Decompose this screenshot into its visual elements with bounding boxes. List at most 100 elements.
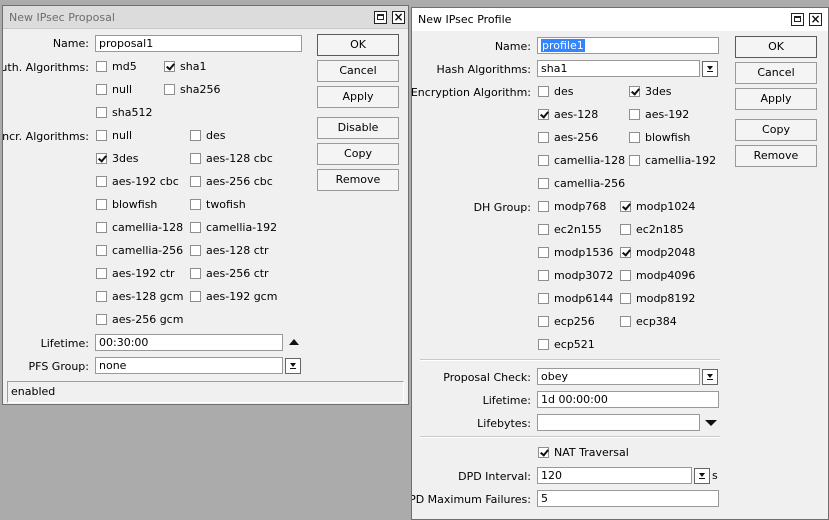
- encr-aes192ctr-checkbox[interactable]: aes-192 ctr: [96, 267, 175, 280]
- proposal-check-select[interactable]: obey: [537, 368, 700, 385]
- dh-ec2n155-checkbox[interactable]: ec2n155: [538, 223, 602, 236]
- maximize-icon[interactable]: [791, 13, 804, 26]
- maximize-icon[interactable]: [374, 11, 387, 24]
- dh-modp1536-checkbox[interactable]: modp1536: [538, 246, 613, 259]
- auth-sha512-checkbox[interactable]: sha512: [96, 106, 152, 119]
- dh-modp6144-checkbox[interactable]: modp6144: [538, 292, 613, 305]
- checkbox-icon[interactable]: [629, 109, 640, 120]
- proposal-cancel-button[interactable]: Cancel: [317, 60, 399, 82]
- proposal-name-input[interactable]: proposal1: [95, 35, 302, 52]
- checkbox-icon[interactable]: [620, 293, 631, 304]
- encr-aes192cbc-checkbox[interactable]: aes-192 cbc: [96, 175, 179, 188]
- close-icon[interactable]: ×: [392, 11, 405, 24]
- checkbox-icon[interactable]: [190, 245, 201, 256]
- encr-aes256gcm-checkbox[interactable]: aes-256 gcm: [96, 313, 183, 326]
- checkbox-icon[interactable]: [96, 291, 107, 302]
- auth-md5-checkbox[interactable]: md5: [96, 60, 137, 73]
- checkbox-icon[interactable]: [190, 176, 201, 187]
- checkbox-icon[interactable]: [538, 447, 549, 458]
- enc-blowfish-checkbox[interactable]: blowfish: [629, 131, 690, 144]
- checkbox-icon[interactable]: [96, 107, 107, 118]
- encr-camellia256-checkbox[interactable]: camellia-256: [96, 244, 183, 257]
- profile-remove-button[interactable]: Remove: [735, 145, 817, 167]
- dpd-max-failures-input[interactable]: 5: [537, 490, 719, 507]
- enc-aes256-checkbox[interactable]: aes-256: [538, 131, 598, 144]
- checkbox-icon[interactable]: [538, 339, 549, 350]
- checkbox-icon[interactable]: [538, 247, 549, 258]
- checkbox-icon[interactable]: [538, 178, 549, 189]
- checkbox-icon[interactable]: [538, 293, 549, 304]
- checkbox-icon[interactable]: [96, 222, 107, 233]
- checkbox-icon[interactable]: [538, 224, 549, 235]
- checkbox-icon[interactable]: [96, 153, 107, 164]
- collapse-arrow-icon[interactable]: [289, 339, 299, 345]
- dh-modp1024-checkbox[interactable]: modp1024: [620, 200, 695, 213]
- nat-traversal-checkbox[interactable]: NAT Traversal: [538, 446, 629, 459]
- checkbox-icon[interactable]: [620, 316, 631, 327]
- auth-sha1-checkbox[interactable]: sha1: [164, 60, 206, 73]
- checkbox-icon[interactable]: [620, 224, 631, 235]
- checkbox-icon[interactable]: [190, 130, 201, 141]
- checkbox-icon[interactable]: [96, 130, 107, 141]
- checkbox-icon[interactable]: [538, 109, 549, 120]
- dh-modp3072-checkbox[interactable]: modp3072: [538, 269, 613, 282]
- proposal-remove-button[interactable]: Remove: [317, 169, 399, 191]
- pfs-group-select[interactable]: none: [95, 357, 283, 374]
- proposal-title-bar[interactable]: New IPsec Proposal ×: [3, 6, 408, 29]
- encr-null-checkbox[interactable]: null: [96, 129, 132, 142]
- encr-des-checkbox[interactable]: des: [190, 129, 225, 142]
- checkbox-icon[interactable]: [96, 314, 107, 325]
- checkbox-icon[interactable]: [164, 84, 175, 95]
- profile-ok-button[interactable]: OK: [735, 36, 817, 58]
- enc-camellia192-checkbox[interactable]: camellia-192: [629, 154, 716, 167]
- checkbox-icon[interactable]: [629, 132, 640, 143]
- checkbox-icon[interactable]: [620, 247, 631, 258]
- dh-ecp521-checkbox[interactable]: ecp521: [538, 338, 595, 351]
- encr-aes256cbc-checkbox[interactable]: aes-256 cbc: [190, 175, 273, 188]
- proposal-disable-button[interactable]: Disable: [317, 117, 399, 139]
- checkbox-icon[interactable]: [96, 176, 107, 187]
- profile-apply-button[interactable]: Apply: [735, 88, 817, 110]
- encr-aes128gcm-checkbox[interactable]: aes-128 gcm: [96, 290, 183, 303]
- checkbox-icon[interactable]: [538, 155, 549, 166]
- proposal-copy-button[interactable]: Copy: [317, 143, 399, 165]
- encr-aes128ctr-checkbox[interactable]: aes-128 ctr: [190, 244, 269, 257]
- checkbox-icon[interactable]: [620, 201, 631, 212]
- proposal-lifetime-input[interactable]: 00:30:00: [95, 334, 283, 351]
- enc-camellia128-checkbox[interactable]: camellia-128: [538, 154, 625, 167]
- proposal-check-dropdown-icon[interactable]: [702, 369, 718, 385]
- dh-ecp384-checkbox[interactable]: ecp384: [620, 315, 677, 328]
- enc-camellia256-checkbox[interactable]: camellia-256: [538, 177, 625, 190]
- auth-null-checkbox[interactable]: null: [96, 83, 132, 96]
- checkbox-icon[interactable]: [190, 153, 201, 164]
- enc-aes128-checkbox[interactable]: aes-128: [538, 108, 598, 121]
- dpd-interval-input[interactable]: 120: [537, 467, 692, 484]
- auth-sha256-checkbox[interactable]: sha256: [164, 83, 220, 96]
- hash-algorithms-select[interactable]: sha1: [537, 60, 700, 77]
- checkbox-icon[interactable]: [538, 86, 549, 97]
- checkbox-icon[interactable]: [538, 201, 549, 212]
- hash-dropdown-icon[interactable]: [702, 61, 718, 77]
- expand-arrow-icon[interactable]: [705, 420, 717, 426]
- checkbox-icon[interactable]: [164, 61, 175, 72]
- checkbox-icon[interactable]: [96, 245, 107, 256]
- checkbox-icon[interactable]: [96, 268, 107, 279]
- encr-camellia192-checkbox[interactable]: camellia-192: [190, 221, 277, 234]
- checkbox-icon[interactable]: [538, 270, 549, 281]
- encr-aes128cbc-checkbox[interactable]: aes-128 cbc: [190, 152, 273, 165]
- proposal-apply-button[interactable]: Apply: [317, 86, 399, 108]
- encr-aes256ctr-checkbox[interactable]: aes-256 ctr: [190, 267, 269, 280]
- checkbox-icon[interactable]: [96, 84, 107, 95]
- encr-blowfish-checkbox[interactable]: blowfish: [96, 198, 157, 211]
- checkbox-icon[interactable]: [96, 199, 107, 210]
- encr-twofish-checkbox[interactable]: twofish: [190, 198, 246, 211]
- profile-title-bar[interactable]: New IPsec Profile ×: [412, 8, 828, 31]
- encr-3des-checkbox[interactable]: 3des: [96, 152, 138, 165]
- lifebytes-input[interactable]: [537, 414, 700, 431]
- pfs-dropdown-icon[interactable]: [285, 358, 301, 374]
- proposal-ok-button[interactable]: OK: [317, 34, 399, 56]
- checkbox-icon[interactable]: [538, 316, 549, 327]
- dpd-interval-dropdown-icon[interactable]: [694, 468, 710, 484]
- checkbox-icon[interactable]: [190, 291, 201, 302]
- checkbox-icon[interactable]: [190, 199, 201, 210]
